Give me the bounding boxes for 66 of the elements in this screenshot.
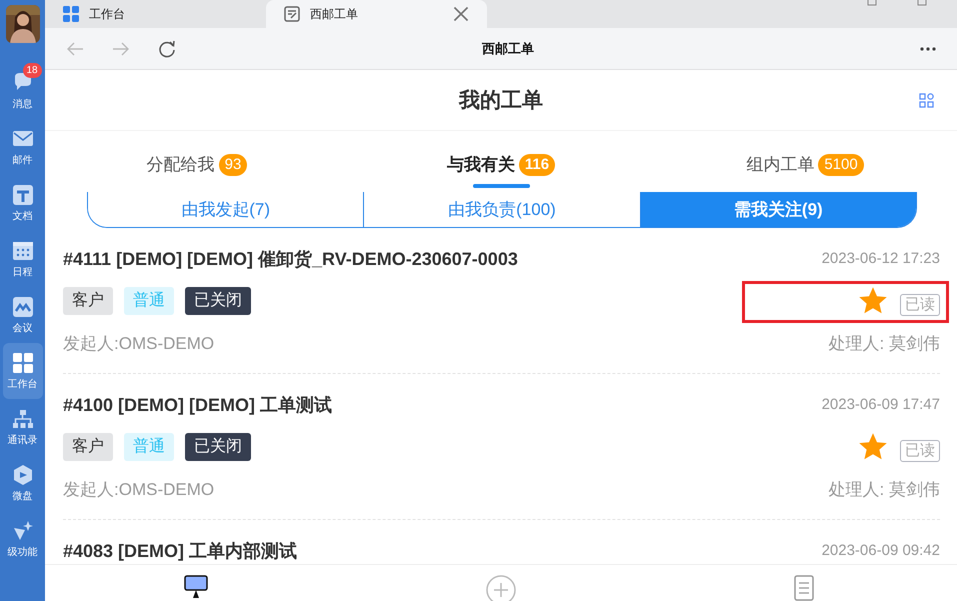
sidebar-label: 工作台 — [8, 378, 38, 390]
sidebar-label: 消息 — [12, 98, 32, 110]
ticket-time: 2023-06-09 09:42 — [822, 542, 940, 559]
priority-tag: 普通 — [124, 433, 174, 461]
initiator-text: 发起人:OMS-DEMO — [63, 332, 216, 354]
ticket-time: 2023-06-12 17:23 — [822, 250, 940, 267]
grid-icon — [12, 352, 34, 374]
ticket-title[interactable]: #4100 [DEMO] [DEMO] 工单测试 — [63, 392, 822, 416]
sidebar-item[interactable]: 文档 — [2, 175, 42, 231]
segment-button[interactable]: 需我关注(9) — [640, 192, 916, 227]
calendar-icon — [12, 240, 34, 262]
read-label: 已读 — [900, 440, 940, 462]
more-icon[interactable] — [919, 46, 937, 52]
sidebar-label: 级功能 — [8, 546, 38, 558]
sidebar-label: 微盘 — [12, 490, 32, 502]
sidebar-item[interactable]: 18 消息 — [2, 63, 42, 119]
sidebar-item[interactable]: 级功能 — [2, 511, 42, 567]
form-icon — [284, 6, 300, 22]
refresh-icon[interactable] — [157, 38, 177, 58]
sidebar-item[interactable]: 邮件 — [2, 119, 42, 175]
header-title: 我的工单 — [459, 88, 543, 114]
grid-icon — [63, 6, 79, 22]
sidebar-item[interactable]: 日程 — [2, 231, 42, 287]
sidebar-label: 邮件 — [12, 154, 32, 166]
unread-badge: 18 — [22, 63, 42, 78]
handler-text: 处理人: 莫剑伟 — [828, 478, 940, 500]
page-title: 西邮工单 — [481, 40, 535, 58]
count-badge: 116 — [518, 154, 556, 176]
sidebar-label: 日程 — [12, 266, 32, 278]
maximize-icon[interactable] — [917, 0, 927, 6]
plus-icon[interactable] — [486, 574, 516, 601]
sidebar-item[interactable]: 会议 — [2, 287, 42, 343]
ticket-title[interactable]: #4111 [DEMO] [DEMO] 催卸货_RV-DEMO-230607-0003 — [63, 246, 822, 270]
sidebar-label: 文档 — [12, 210, 32, 222]
apps-icon[interactable] — [919, 93, 934, 108]
tab[interactable]: 与我有关 116 — [349, 153, 653, 188]
type-tag: 客户 — [63, 287, 113, 315]
org-chart-icon — [12, 408, 34, 430]
browser-tab[interactable]: 工作台 — [45, 0, 266, 28]
priority-tag: 普通 — [124, 287, 174, 315]
close-icon[interactable] — [453, 6, 469, 22]
browser-tab[interactable]: 西邮工单 — [266, 0, 487, 28]
hexagon-icon — [12, 464, 34, 486]
count-badge: 5100 — [818, 154, 864, 176]
tab[interactable]: 分配给我 93 — [45, 153, 349, 188]
star-icon[interactable] — [858, 286, 888, 316]
sidebar-item[interactable]: 工作台 — [2, 343, 42, 399]
read-label: 已读 — [900, 294, 940, 316]
count-badge: 93 — [218, 154, 248, 176]
sidebar-item[interactable]: 微盘 — [2, 455, 42, 511]
sidebar-label: 通讯录 — [8, 434, 38, 446]
status-tag: 已关闭 — [185, 287, 251, 315]
mountain-icon — [12, 296, 34, 318]
sparkle-icon — [12, 520, 34, 542]
ticket-time: 2023-06-09 17:47 — [822, 396, 940, 413]
status-tag: 已关闭 — [185, 433, 251, 461]
sidebar-label: 会议 — [12, 322, 32, 334]
star-icon[interactable] — [858, 432, 888, 462]
handler-text: 处理人: 莫剑伟 — [828, 332, 940, 354]
sidebar-item[interactable]: 通讯录 — [2, 399, 42, 455]
restore-icon[interactable] — [867, 0, 877, 6]
ticket-title[interactable]: #4083 [DEMO] 工单内部测试 — [63, 538, 822, 562]
type-tag: 客户 — [63, 433, 113, 461]
document-icon — [12, 184, 34, 206]
tab[interactable]: 组内工单 5100 — [653, 153, 957, 188]
initiator-text: 发起人:OMS-DEMO — [63, 478, 216, 500]
